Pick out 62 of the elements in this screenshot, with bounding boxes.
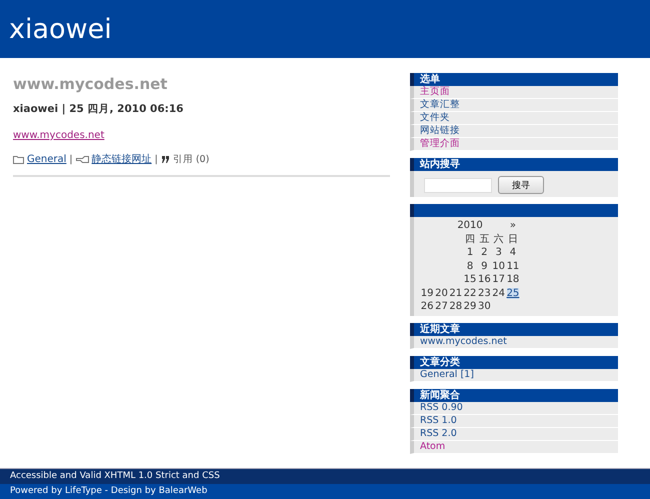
calendar-day[interactable]: 23 xyxy=(478,288,491,299)
quote-icon xyxy=(160,156,170,162)
sidebar-link[interactable]: RSS 2.0 xyxy=(410,428,618,440)
post-meta: xiaowei | 25 四月, 2010 06:16 xyxy=(13,102,184,116)
sidebar-link[interactable]: 管理介面 xyxy=(410,138,618,151)
calendar-day[interactable]: 21 xyxy=(449,288,462,299)
post-link[interactable]: www.mycodes.net xyxy=(13,130,104,141)
calendar-day[interactable]: 11 xyxy=(506,260,520,272)
calendar-day[interactable]: 17 xyxy=(492,274,505,286)
calendar-year: 2010 xyxy=(457,220,483,232)
weekday-label: 六 xyxy=(494,232,504,246)
calendar-day[interactable]: 24 xyxy=(492,288,505,299)
calendar-day[interactable]: 18 xyxy=(506,274,520,286)
calendar-day[interactable]: 10 xyxy=(492,260,505,272)
calendar-day[interactable]: 28 xyxy=(449,301,462,312)
footer-text: Accessible and Valid XHTML 1.0 Strict and CSS xyxy=(10,471,220,481)
block-title: 文章分类 xyxy=(420,356,460,368)
sidebar-link[interactable]: General [1] xyxy=(410,368,618,382)
sidebar-link[interactable]: 网站链接 xyxy=(410,125,618,138)
sidebar-link[interactable]: www.mycodes.net xyxy=(410,336,618,348)
separator: | xyxy=(154,154,158,164)
calendar-day[interactable]: 30 xyxy=(478,301,491,312)
post-title: www.mycodes.net xyxy=(13,75,168,93)
weekday-label: 日 xyxy=(508,233,518,246)
calendar-day[interactable]: 19 xyxy=(420,288,434,299)
calendar-day[interactable]: 22 xyxy=(464,288,476,299)
calendar-day[interactable]: 26 xyxy=(420,301,434,312)
calendar-day[interactable]: 29 xyxy=(464,301,476,312)
calendar-day[interactable]: 3 xyxy=(495,247,502,258)
weekday-label: 四 xyxy=(465,233,476,246)
search-field[interactable] xyxy=(424,178,492,192)
block-title: 选单 xyxy=(420,74,440,85)
category-link[interactable]: General xyxy=(27,154,66,164)
sidebar-link[interactable]: 主页面 xyxy=(410,86,618,99)
block-title: 站内搜寻 xyxy=(420,159,460,170)
calendar-day[interactable]: 8 xyxy=(466,260,474,272)
sidebar-link[interactable]: Atom xyxy=(410,440,618,454)
calendar-day[interactable]: 20 xyxy=(435,288,448,299)
block-title: 新闻聚合 xyxy=(420,390,460,400)
search-button[interactable]: 搜寻 xyxy=(498,176,544,194)
calendar-day[interactable]: 16 xyxy=(478,274,491,286)
hand-icon xyxy=(76,154,89,164)
calendar-day[interactable]: 2 xyxy=(481,247,488,258)
sidebar-link[interactable]: 文件夹 xyxy=(410,112,618,125)
sidebar-link[interactable]: RSS 0.90 xyxy=(410,402,618,414)
separator: | xyxy=(69,154,73,164)
site-title: xiaowei xyxy=(9,14,112,44)
sidebar-link[interactable]: RSS 1.0 xyxy=(410,414,618,428)
calendar-day[interactable]: 1 xyxy=(466,247,474,258)
calendar-day[interactable]: 25 xyxy=(506,288,520,299)
permalink-link[interactable]: 静态链接网址 xyxy=(92,152,152,166)
folder-icon xyxy=(13,154,24,164)
weekday-label: 五 xyxy=(479,233,490,246)
footer-text: Powered by LifeType - Design by BalearWeb xyxy=(10,486,208,496)
next-month-link[interactable]: » xyxy=(510,220,516,232)
calendar-day[interactable]: 4 xyxy=(510,247,516,258)
block-title: 近期文章 xyxy=(420,324,460,334)
calendar-day[interactable]: 27 xyxy=(435,301,448,312)
sidebar-link[interactable]: 文章汇整 xyxy=(410,99,618,112)
calendar-day[interactable]: 9 xyxy=(481,260,488,272)
trackback-count: 引用 (0) xyxy=(172,152,210,166)
calendar-day[interactable]: 15 xyxy=(464,274,476,286)
